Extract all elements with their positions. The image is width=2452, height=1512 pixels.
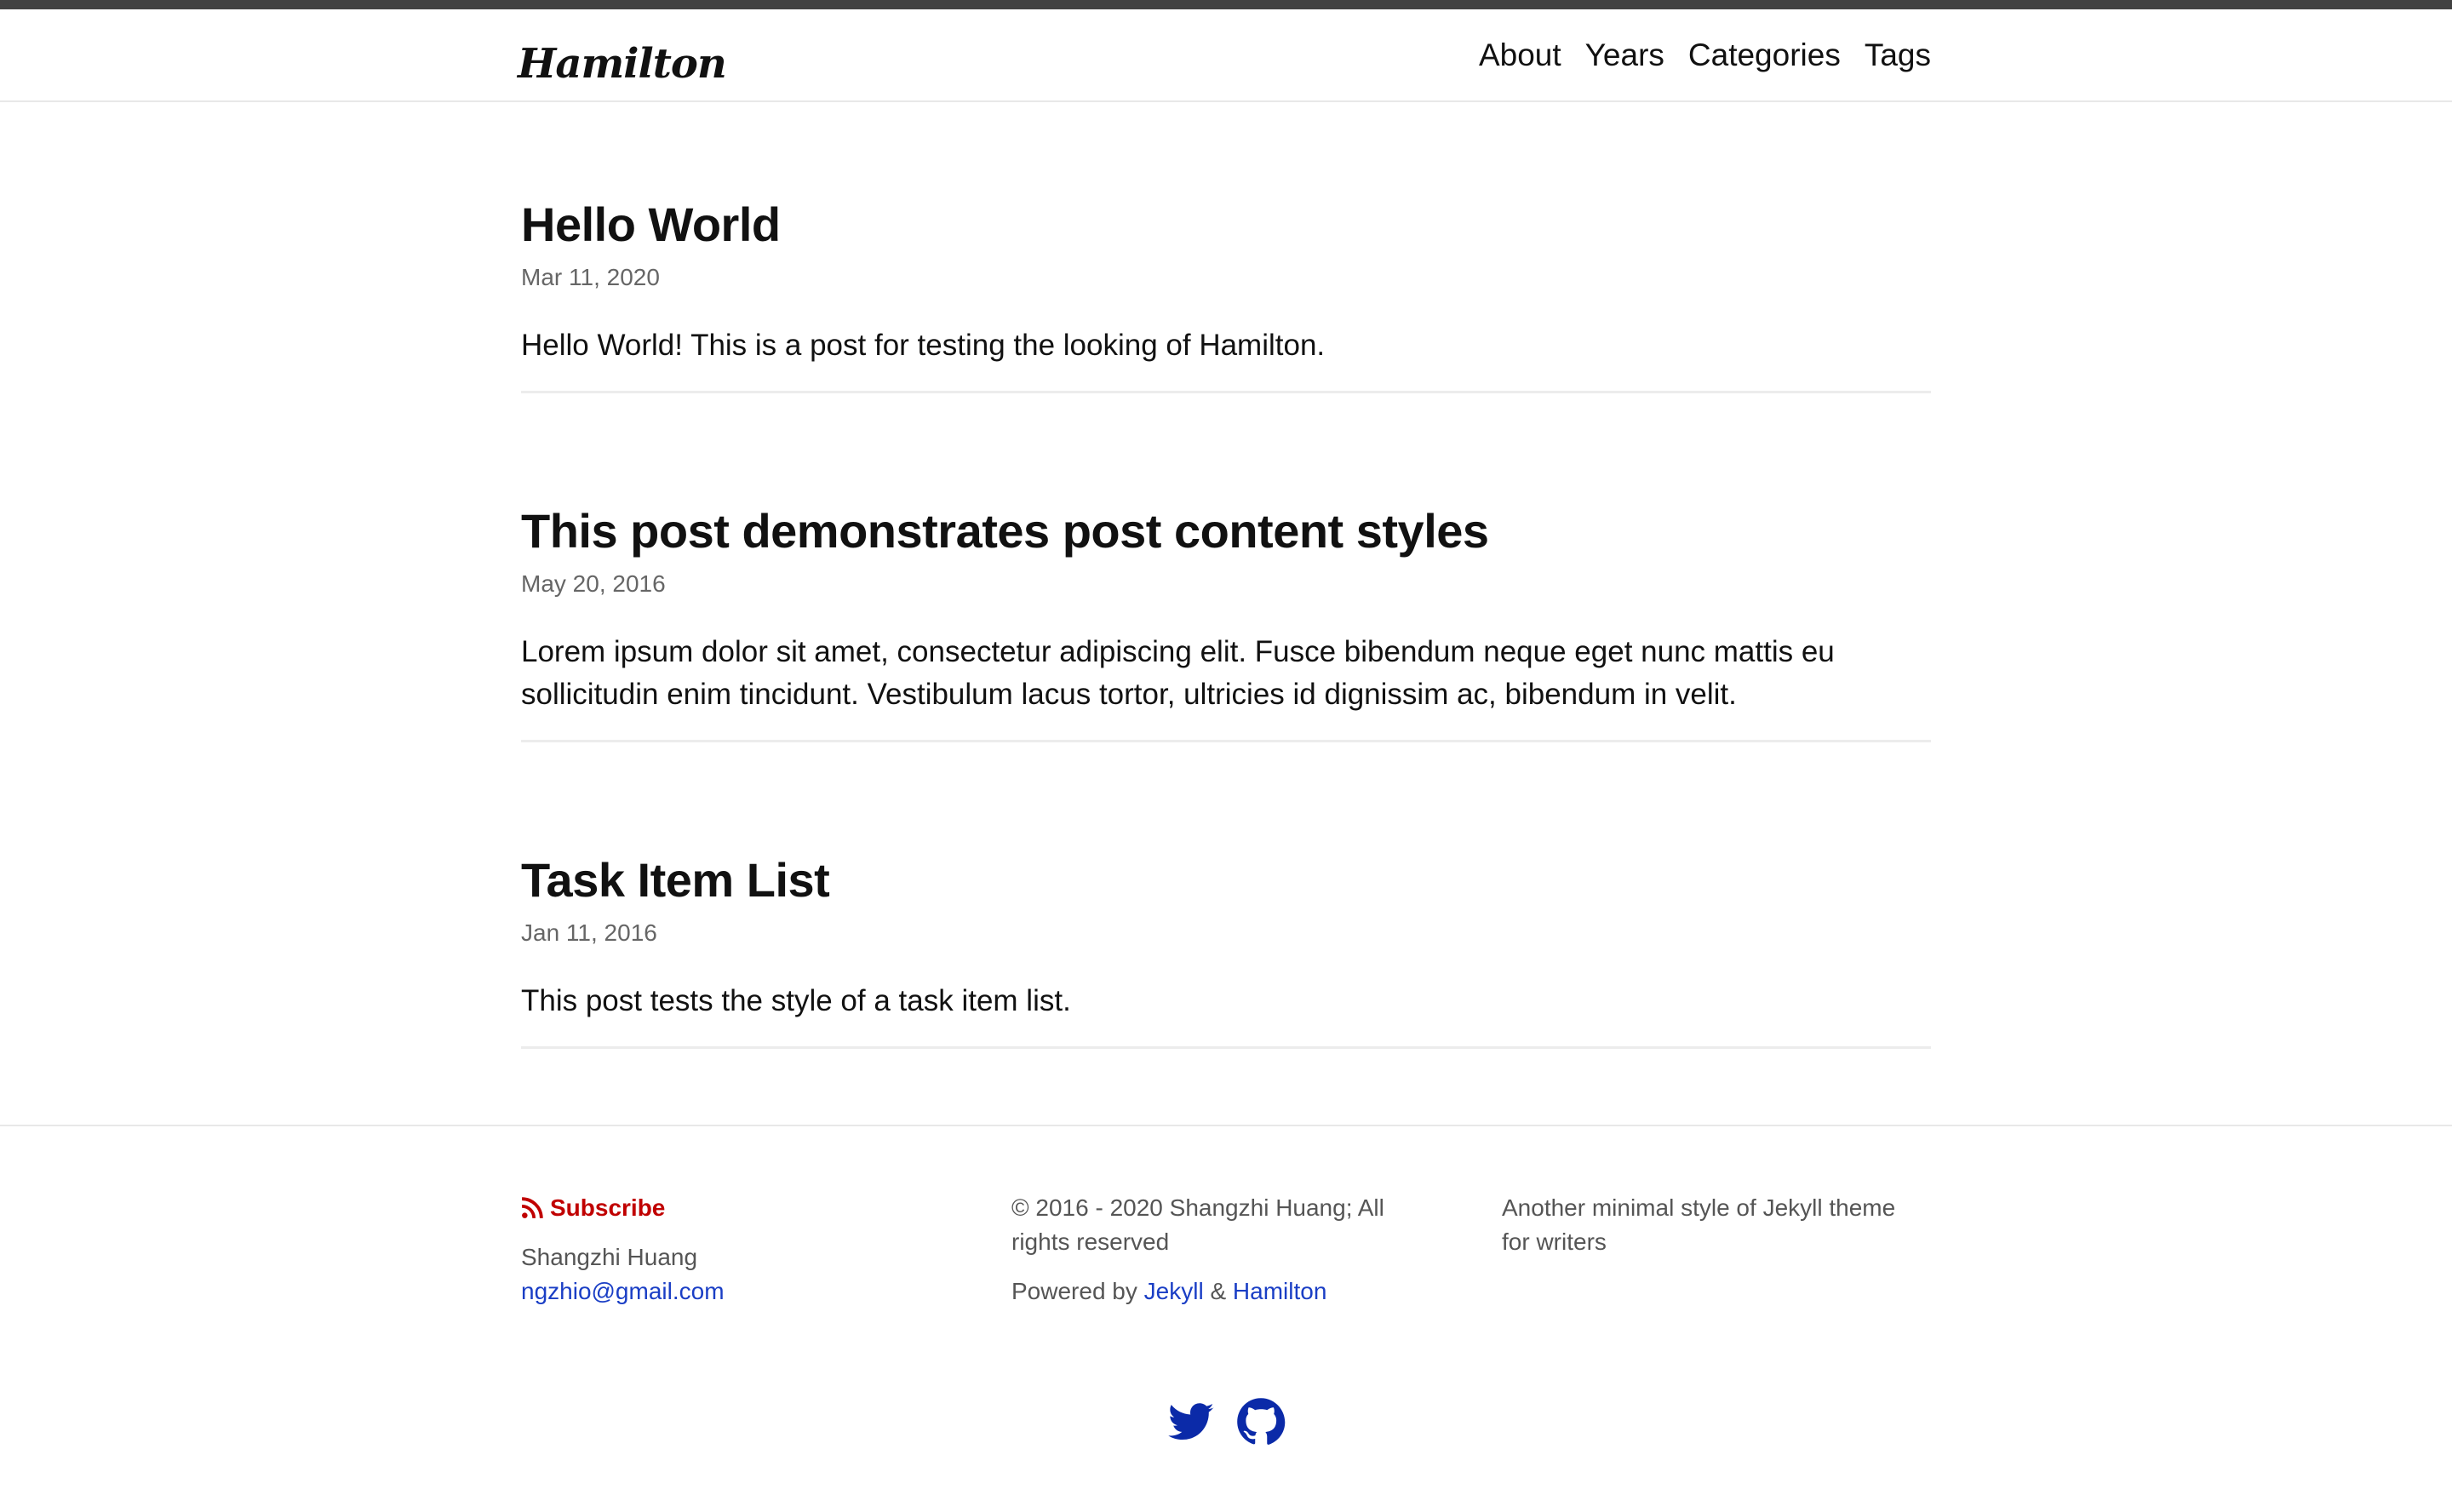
- nav-tags[interactable]: Tags: [1865, 39, 1931, 71]
- footer-column-subscribe: Subscribe Shangzhi Huang ngzhio@gmail.co…: [521, 1191, 947, 1309]
- footer-column-description: Another minimal style of Jekyll theme fo…: [1502, 1191, 1928, 1259]
- footer-column-copyright: © 2016 - 2020 Shangzhi Huang; All rights…: [1011, 1191, 1412, 1309]
- nav-years[interactable]: Years: [1585, 39, 1664, 71]
- github-icon[interactable]: [1236, 1397, 1286, 1446]
- post-title[interactable]: Task Item List: [521, 853, 1931, 908]
- post-date: Mar 11, 2020: [521, 264, 660, 291]
- nav-categories[interactable]: Categories: [1688, 39, 1841, 71]
- site-footer: Subscribe Shangzhi Huang ngzhio@gmail.co…: [0, 1125, 2452, 1512]
- powered-by: Powered by Jekyll & Hamilton: [1011, 1274, 1412, 1309]
- powered-by-amp: &: [1210, 1278, 1227, 1304]
- post-excerpt: Hello World! This is a post for testing …: [521, 328, 1326, 362]
- hamilton-link[interactable]: Hamilton: [1233, 1278, 1326, 1304]
- post-excerpt: This post tests the style of a task item…: [521, 983, 1071, 1017]
- post-item: This post demonstrates post content styl…: [521, 504, 1931, 742]
- social-links: [0, 1397, 2452, 1446]
- site-logo[interactable]: Hamilton: [518, 26, 727, 101]
- post-item: Task Item List Jan 11, 2016 This post te…: [521, 853, 1931, 1049]
- email-link[interactable]: ngzhio@gmail.com: [521, 1278, 725, 1304]
- post-excerpt: Lorem ipsum dolor sit amet, consectetur …: [521, 634, 1835, 711]
- post-date: Jan 11, 2016: [521, 919, 657, 947]
- top-accent-bar: [0, 0, 2452, 9]
- post-item: Hello World Mar 11, 2020 Hello World! Th…: [521, 198, 1931, 393]
- post-title[interactable]: Hello World: [521, 198, 1931, 252]
- site-header: Hamilton About Years Categories Tags: [0, 9, 2452, 102]
- main-nav: About Years Categories Tags: [1479, 9, 1931, 100]
- powered-by-label: Powered by: [1011, 1278, 1137, 1304]
- nav-about[interactable]: About: [1479, 39, 1561, 71]
- subscribe-link[interactable]: Subscribe: [521, 1191, 947, 1225]
- rss-icon: [521, 1197, 543, 1219]
- post-title[interactable]: This post demonstrates post content styl…: [521, 504, 1931, 558]
- subscribe-label: Subscribe: [550, 1194, 666, 1221]
- copyright-text: © 2016 - 2020 Shangzhi Huang; All rights…: [1011, 1194, 1384, 1255]
- post-date: May 20, 2016: [521, 570, 666, 598]
- twitter-icon[interactable]: [1166, 1397, 1216, 1446]
- jekyll-link[interactable]: Jekyll: [1144, 1278, 1204, 1304]
- site-description: Another minimal style of Jekyll theme fo…: [1502, 1194, 1896, 1255]
- author-name: Shangzhi Huang: [521, 1244, 698, 1270]
